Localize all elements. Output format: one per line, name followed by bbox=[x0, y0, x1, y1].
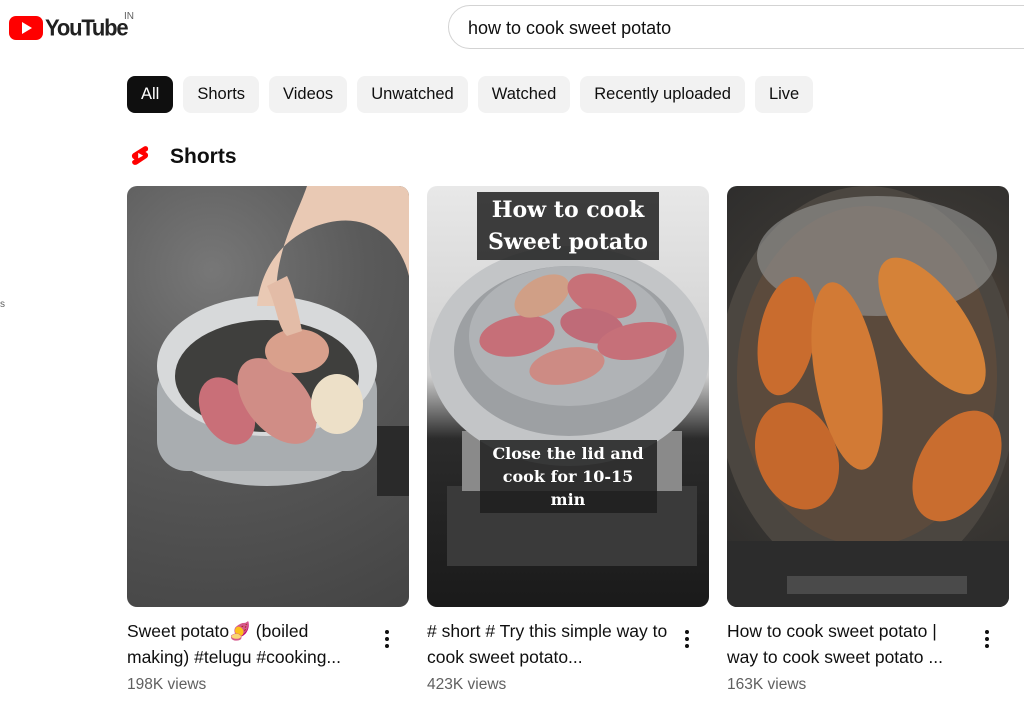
chip-unwatched[interactable]: Unwatched bbox=[357, 76, 468, 113]
short-thumbnail[interactable] bbox=[727, 186, 1009, 607]
chip-live[interactable]: Live bbox=[754, 76, 814, 113]
sidebar-edge-text: s bbox=[0, 299, 5, 310]
more-options-icon[interactable] bbox=[679, 626, 695, 652]
thumbnail-image bbox=[727, 186, 1009, 607]
thumbnail-overlay-title-text: How to cook Sweet potato bbox=[477, 192, 659, 260]
view-count: 198K views bbox=[127, 676, 207, 693]
shorts-icon bbox=[131, 146, 149, 165]
short-card: How to cook sweet potato | way to cook s… bbox=[727, 186, 1009, 693]
view-count: 423K views bbox=[427, 676, 507, 693]
search-input[interactable] bbox=[468, 16, 1024, 40]
youtube-play-icon bbox=[9, 16, 43, 40]
youtube-logo[interactable]: YouTube bbox=[9, 14, 129, 41]
thumbnail-image bbox=[157, 186, 409, 496]
short-card: How to cook Sweet potato Close the lid a… bbox=[427, 186, 709, 693]
short-title[interactable]: Sweet potato🍠 (boiled making) #telugu #c… bbox=[127, 618, 372, 670]
chip-shorts[interactable]: Shorts bbox=[183, 76, 260, 113]
chip-recently-uploaded[interactable]: Recently uploaded bbox=[580, 76, 745, 113]
more-options-icon[interactable] bbox=[979, 626, 995, 652]
short-thumbnail[interactable]: How to cook Sweet potato Close the lid a… bbox=[427, 186, 709, 607]
short-title[interactable]: How to cook sweet potato | way to cook s… bbox=[727, 618, 972, 670]
thumbnail-overlay-title: How to cook Sweet potato bbox=[427, 192, 709, 260]
country-code: IN bbox=[124, 11, 134, 22]
chip-all[interactable]: All bbox=[127, 76, 174, 113]
thumbnail-overlay-caption-text: Close the lid and cook for 10-15 min bbox=[479, 440, 657, 513]
short-thumbnail[interactable] bbox=[127, 186, 409, 607]
view-count: 163K views bbox=[727, 676, 807, 693]
chip-watched[interactable]: Watched bbox=[477, 76, 571, 113]
thumbnail-overlay-caption: Close the lid and cook for 10-15 min bbox=[427, 440, 709, 513]
short-title[interactable]: # short # Try this simple way to cook sw… bbox=[427, 618, 672, 670]
more-options-icon[interactable] bbox=[379, 626, 395, 652]
search-box[interactable] bbox=[448, 5, 1024, 49]
filter-chips: All Shorts Videos Unwatched Watched Rece… bbox=[127, 76, 814, 113]
shorts-section-header: Shorts bbox=[130, 143, 237, 171]
logo-text: YouTube bbox=[45, 14, 129, 41]
short-card: Sweet potato🍠 (boiled making) #telugu #c… bbox=[127, 186, 409, 693]
chip-videos[interactable]: Videos bbox=[269, 76, 348, 113]
shorts-heading: Shorts bbox=[170, 145, 237, 168]
